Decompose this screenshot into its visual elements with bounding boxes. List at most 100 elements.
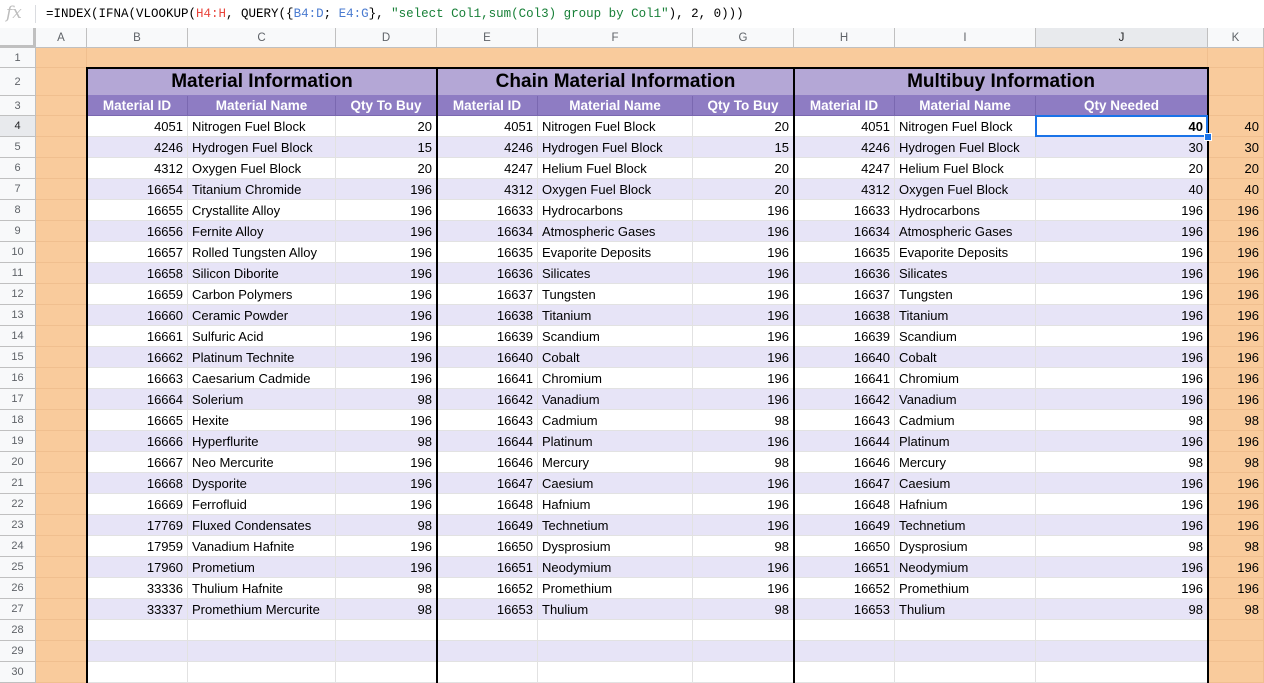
- cell-e20[interactable]: 16646: [437, 452, 538, 473]
- cell-e26[interactable]: 16652: [437, 578, 538, 599]
- cell-g26[interactable]: 196: [693, 578, 794, 599]
- column-header-b[interactable]: B: [87, 28, 188, 48]
- cell-h6[interactable]: 4247: [794, 158, 895, 179]
- cell-g15[interactable]: 196: [693, 347, 794, 368]
- cell-b14[interactable]: 16661: [87, 326, 188, 347]
- cell-g22[interactable]: 196: [693, 494, 794, 515]
- cell-k13[interactable]: 196: [1208, 305, 1264, 326]
- cell-b18[interactable]: 16665: [87, 410, 188, 431]
- cell-a2[interactable]: [36, 68, 87, 96]
- row-header-22[interactable]: 22: [0, 494, 36, 515]
- cell-d25[interactable]: 196: [336, 557, 437, 578]
- cell-g7[interactable]: 20: [693, 179, 794, 200]
- cell-f20[interactable]: Mercury: [538, 452, 693, 473]
- cell-f16[interactable]: Chromium: [538, 368, 693, 389]
- cell-j29[interactable]: [1036, 641, 1208, 662]
- cell-e18[interactable]: 16643: [437, 410, 538, 431]
- cell-a14[interactable]: [36, 326, 87, 347]
- cell-k19[interactable]: 196: [1208, 431, 1264, 452]
- cell-j8[interactable]: 196: [1036, 200, 1208, 221]
- cell-g6[interactable]: 20: [693, 158, 794, 179]
- cell-b30[interactable]: [87, 662, 188, 683]
- row-header-12[interactable]: 12: [0, 284, 36, 305]
- cell-k1[interactable]: [1208, 48, 1264, 68]
- cell-c24[interactable]: Vanadium Hafnite: [188, 536, 336, 557]
- cell-f17[interactable]: Vanadium: [538, 389, 693, 410]
- cell-c14[interactable]: Sulfuric Acid: [188, 326, 336, 347]
- cell-c17[interactable]: Solerium: [188, 389, 336, 410]
- cell-j17[interactable]: 196: [1036, 389, 1208, 410]
- selected-cell-j4[interactable]: [1035, 115, 1208, 137]
- cell-a9[interactable]: [36, 221, 87, 242]
- column-header-d[interactable]: D: [336, 28, 437, 48]
- cell-b17[interactable]: 16664: [87, 389, 188, 410]
- cell-f24[interactable]: Dysprosium: [538, 536, 693, 557]
- cell-i19[interactable]: Platinum: [895, 431, 1036, 452]
- cell-a16[interactable]: [36, 368, 87, 389]
- cell-k9[interactable]: 196: [1208, 221, 1264, 242]
- cell-d27[interactable]: 98: [336, 599, 437, 620]
- cell-c7[interactable]: Titanium Chromide: [188, 179, 336, 200]
- column-title-material-1[interactable]: Material ID: [87, 96, 188, 116]
- column-header-i[interactable]: I: [895, 28, 1036, 48]
- cell-d12[interactable]: 196: [336, 284, 437, 305]
- cell-e22[interactable]: 16648: [437, 494, 538, 515]
- row-header-8[interactable]: 8: [0, 200, 36, 221]
- cell-g30[interactable]: [693, 662, 794, 683]
- cell-b27[interactable]: 33337: [87, 599, 188, 620]
- cell-c19[interactable]: Hyperflurite: [188, 431, 336, 452]
- cell-c20[interactable]: Neo Mercurite: [188, 452, 336, 473]
- cell-a10[interactable]: [36, 242, 87, 263]
- cell-f25[interactable]: Neodymium: [538, 557, 693, 578]
- cell-a13[interactable]: [36, 305, 87, 326]
- row-header-23[interactable]: 23: [0, 515, 36, 536]
- cell-f26[interactable]: Promethium: [538, 578, 693, 599]
- cell-e9[interactable]: 16634: [437, 221, 538, 242]
- formula-input[interactable]: =INDEX(IFNA(VLOOKUP(H4:H, QUERY({B4:D; E…: [46, 0, 744, 28]
- cell-a7[interactable]: [36, 179, 87, 200]
- cell-j23[interactable]: 196: [1036, 515, 1208, 536]
- cell-d23[interactable]: 98: [336, 515, 437, 536]
- cell-k3[interactable]: [1208, 96, 1264, 116]
- row-header-6[interactable]: 6: [0, 158, 36, 179]
- cell-h15[interactable]: 16640: [794, 347, 895, 368]
- cell-f15[interactable]: Cobalt: [538, 347, 693, 368]
- cell-e10[interactable]: 16635: [437, 242, 538, 263]
- cell-d20[interactable]: 196: [336, 452, 437, 473]
- column-title-chain-1[interactable]: Material ID: [437, 96, 538, 116]
- cell-c11[interactable]: Silicon Diborite: [188, 263, 336, 284]
- cell-d9[interactable]: 196: [336, 221, 437, 242]
- cell-h19[interactable]: 16644: [794, 431, 895, 452]
- cell-b9[interactable]: 16656: [87, 221, 188, 242]
- cell-a18[interactable]: [36, 410, 87, 431]
- cell-c15[interactable]: Platinum Technite: [188, 347, 336, 368]
- cell-b4[interactable]: 4051: [87, 116, 188, 137]
- cell-g9[interactable]: 196: [693, 221, 794, 242]
- cell-k2[interactable]: [1208, 68, 1264, 96]
- cell-a25[interactable]: [36, 557, 87, 578]
- cell-f29[interactable]: [538, 641, 693, 662]
- row-header-26[interactable]: 26: [0, 578, 36, 599]
- cell-b5[interactable]: 4246: [87, 137, 188, 158]
- cell-a5[interactable]: [36, 137, 87, 158]
- cell-j26[interactable]: 196: [1036, 578, 1208, 599]
- cell-g12[interactable]: 196: [693, 284, 794, 305]
- cell-e7[interactable]: 4312: [437, 179, 538, 200]
- cell-j25[interactable]: 196: [1036, 557, 1208, 578]
- cell-g11[interactable]: 196: [693, 263, 794, 284]
- cell-e21[interactable]: 16647: [437, 473, 538, 494]
- cell-k18[interactable]: 98: [1208, 410, 1264, 431]
- cell-i21[interactable]: Caesium: [895, 473, 1036, 494]
- cell-j28[interactable]: [1036, 620, 1208, 641]
- cell-k25[interactable]: 196: [1208, 557, 1264, 578]
- cell-k26[interactable]: 196: [1208, 578, 1264, 599]
- cell-h10[interactable]: 16635: [794, 242, 895, 263]
- cell-g17[interactable]: 196: [693, 389, 794, 410]
- cell-h8[interactable]: 16633: [794, 200, 895, 221]
- row-header-16[interactable]: 16: [0, 368, 36, 389]
- cell-i11[interactable]: Silicates: [895, 263, 1036, 284]
- cell-g23[interactable]: 196: [693, 515, 794, 536]
- cell-e28[interactable]: [437, 620, 538, 641]
- row-header-9[interactable]: 9: [0, 221, 36, 242]
- cell-d14[interactable]: 196: [336, 326, 437, 347]
